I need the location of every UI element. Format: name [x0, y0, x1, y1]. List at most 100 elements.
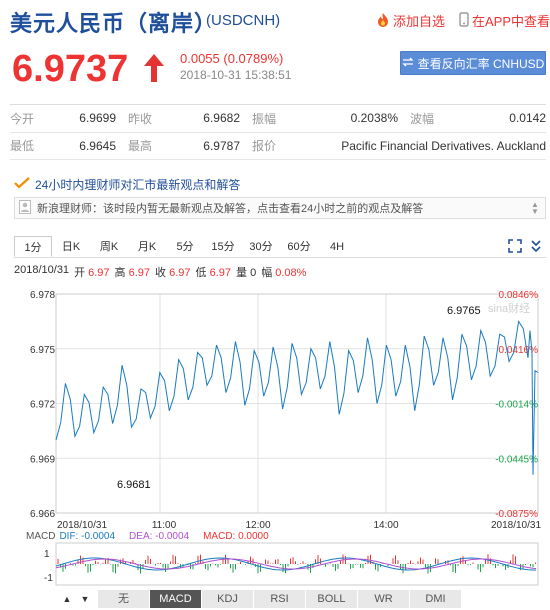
indicator-dmi[interactable]: DMI [410, 590, 462, 608]
tab-30min[interactable]: 30分 [242, 236, 280, 257]
current-price: 6.9737 [12, 48, 129, 90]
reverse-rate-button[interactable]: 查看反向汇率 CNHUSD [400, 51, 546, 75]
low-value: 6.9645 [66, 132, 128, 160]
swap-icon [402, 56, 414, 71]
collapse-icon[interactable] [530, 239, 542, 256]
reverse-rate-label: 查看反向汇率 CNHUSD [417, 56, 545, 71]
currency-code: (USDCNH) [206, 12, 281, 29]
y-tick-label: 6.972 [30, 400, 55, 411]
ohlc-high: 6.97 [128, 267, 151, 279]
tab-monthly[interactable]: 月K [128, 236, 166, 257]
tab-15min[interactable]: 15分 [204, 236, 242, 257]
indicator-macd[interactable]: MACD [150, 590, 202, 608]
min-annotation: 6.9681 [117, 479, 151, 491]
ohlc-open: 6.97 [88, 267, 110, 279]
user-avatar-icon [19, 199, 31, 217]
price-chart[interactable]: 6.9786.9756.9726.9696.966 0.0846%0.0416%… [0, 280, 550, 590]
macd-y-tick: 1 [44, 549, 50, 560]
macd-y-tick: -1 [44, 573, 53, 584]
indicator-rsi[interactable]: RSI [254, 590, 306, 608]
triangle-up-icon[interactable]: ▲ [58, 590, 76, 608]
ohlc-close-label: 收 [155, 267, 167, 279]
open-in-app-label: 在APP中查看 [472, 14, 550, 29]
checkmark-icon [14, 177, 30, 192]
ohlc-vol-label: 量 [236, 267, 247, 279]
indicator-boll[interactable]: BOLL [306, 590, 358, 608]
ohlc-date: 2018/10/31 [14, 264, 70, 276]
ohlc-open-label: 开 [74, 267, 86, 279]
y-tick-label: 6.978 [30, 290, 55, 301]
low-label: 最低 [10, 132, 66, 160]
x-tick-label: 2018/10/31 [57, 520, 107, 531]
period-tabs: 1分 日K 周K 月K 5分 15分 30分 60分 4H [14, 236, 546, 258]
page-title: 美元人民币（离岸） [10, 11, 218, 36]
y-tick-label: 6.969 [30, 454, 55, 465]
chevron-down-icon[interactable]: ▼ [531, 208, 539, 216]
source-value: Pacific Financial Derivatives. Auckland [336, 132, 546, 160]
wave-value: 0.0142 [486, 105, 546, 133]
tab-daily[interactable]: 日K [52, 236, 90, 257]
high-label: 最高 [128, 132, 186, 160]
ohlc-low: 6.97 [209, 267, 231, 279]
max-annotation: 6.9765 [447, 305, 481, 317]
tab-4h[interactable]: 4H [318, 236, 356, 257]
ohlc-close: 6.97 [169, 267, 191, 279]
macd-legend: MACD DIF: -0.0004 DEA: -0.0004 MACD: 0.0… [26, 531, 269, 542]
y-tick-label: 6.975 [30, 345, 55, 356]
indicator-wr[interactable]: WR [358, 590, 410, 608]
triangle-down-icon[interactable]: ▼ [76, 590, 94, 608]
macd-dea: DEA: -0.0004 [129, 531, 190, 542]
advisor-news-title: 24小时内理财师对汇市最新观点和解答 [35, 178, 241, 192]
ohlc-readout: 2018/10/31 开 6.97 高 6.97 收 6.97 低 6.97 量… [14, 264, 306, 280]
pct-tick-label: -0.0014% [495, 400, 538, 411]
pct-tick-label: -0.0875% [495, 509, 538, 520]
phone-icon [459, 11, 469, 30]
ohlc-vol: 0 [250, 267, 257, 279]
x-tick-label: 11:00 [152, 520, 177, 531]
open-label: 今开 [10, 105, 66, 133]
pct-tick-label: 0.0846% [499, 290, 539, 301]
sina-watermark: sina财经 [488, 301, 530, 315]
macd-value: MACD: 0.0000 [203, 531, 269, 542]
indicator-none[interactable]: 无 [98, 590, 150, 608]
tab-5min[interactable]: 5分 [166, 236, 204, 257]
amplitude-label: 振幅 [252, 105, 336, 133]
tab-weekly[interactable]: 周K [90, 236, 128, 257]
flame-icon [376, 12, 390, 30]
up-arrow-icon [142, 52, 166, 87]
indicator-kdj[interactable]: KDJ [202, 590, 254, 608]
quote-time: 2018-10-31 15:38:51 [180, 68, 292, 82]
high-value: 6.9787 [186, 132, 252, 160]
macd-label: MACD [26, 531, 56, 542]
tab-60min[interactable]: 60分 [280, 236, 318, 257]
y-tick-label: 6.966 [30, 509, 55, 520]
advisor-news-heading[interactable]: 24小时内理财师对汇市最新观点和解答 [14, 176, 240, 193]
open-value: 6.9699 [66, 105, 128, 133]
tab-1min[interactable]: 1分 [14, 236, 52, 257]
amplitude-value: 0.2038% [336, 105, 410, 133]
wave-label: 波幅 [410, 105, 486, 133]
stats-table: 今开 6.9699 昨收 6.9682 振幅 0.2038% 波幅 0.0142… [10, 104, 546, 160]
macd-dif: DIF: -0.0004 [59, 531, 116, 542]
ohlc-low-label: 低 [195, 267, 207, 279]
add-favorite-label: 添加自选 [393, 14, 446, 29]
price-line [55, 320, 539, 475]
news-scroll-buttons[interactable]: ▲ ▼ [528, 200, 542, 216]
prev-close-value: 6.9682 [186, 105, 252, 133]
x-tick-label: 12:00 [245, 520, 270, 531]
open-in-app-button[interactable]: 在APP中查看 [459, 11, 550, 30]
price-change: 0.0055 (0.0789%) [180, 51, 284, 66]
fullscreen-icon[interactable] [508, 239, 522, 256]
prev-close-label: 昨收 [128, 105, 186, 133]
advisor-news-box[interactable]: 新浪理财师：该时段内暂无最新观点及解答，点击查看24小时之前的观点及解答 ▲ ▼ [14, 197, 546, 219]
indicator-bar: 无 MACD KDJ RSI BOLL WR DMI [98, 590, 462, 608]
source-label: 报价 [252, 132, 336, 160]
pct-tick-label: -0.0445% [495, 454, 538, 465]
advisor-news-text: 新浪理财师：该时段内暂无最新观点及解答，点击查看24小时之前的观点及解答 [37, 203, 424, 215]
ohlc-high-label: 高 [114, 267, 126, 279]
x-tick-label: 2018/10/31 [491, 520, 541, 531]
ohlc-amp: 0.08% [275, 267, 307, 279]
x-tick-label: 14:00 [373, 520, 398, 531]
add-favorite-button[interactable]: 添加自选 [376, 11, 445, 30]
ohlc-amp-label: 幅 [261, 267, 273, 279]
